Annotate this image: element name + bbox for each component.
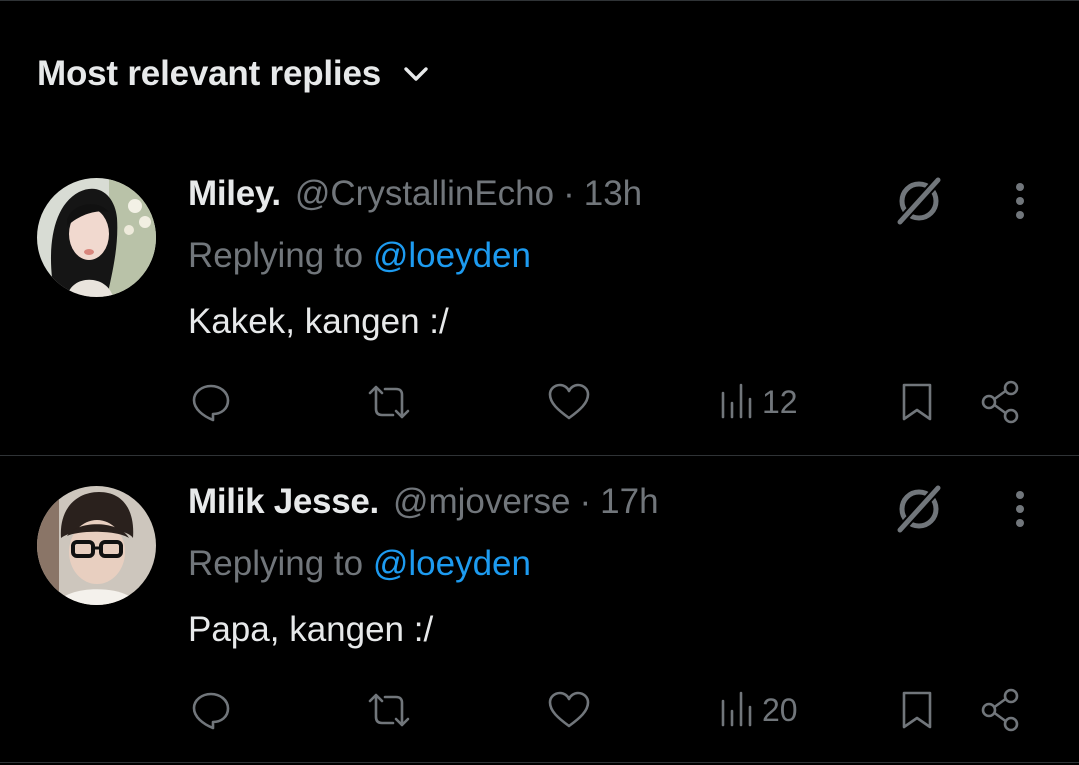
display-name[interactable]: Miley. <box>188 174 281 214</box>
separator-dot: · <box>579 482 592 521</box>
comment-icon <box>192 692 230 730</box>
replying-to-label: Replying to <box>188 236 364 275</box>
repost-icon <box>368 385 410 419</box>
display-name[interactable]: Milik Jesse. <box>188 482 379 522</box>
timestamp[interactable]: 17h <box>600 482 658 522</box>
reply-actions: 20 <box>0 686 1079 734</box>
like-button[interactable] <box>546 378 592 426</box>
username-handle[interactable]: @CrystallinEcho <box>295 174 554 214</box>
bookmark-icon <box>902 383 932 421</box>
timestamp[interactable]: 13h <box>584 174 642 214</box>
reply-sort-label: Most relevant replies <box>37 54 381 93</box>
replying-to-line: Replying to @loeyden <box>188 544 531 584</box>
avatar[interactable] <box>37 486 156 605</box>
share-icon <box>981 688 1019 732</box>
separator-dot: · <box>563 174 575 213</box>
grok-icon[interactable] <box>892 174 946 228</box>
reply-sort-dropdown[interactable]: Most relevant replies <box>37 52 429 96</box>
views-count: 12 <box>762 383 798 420</box>
analytics-icon <box>721 691 752 727</box>
replying-to-line: Replying to @loeyden <box>188 236 531 276</box>
bookmark-icon <box>902 691 932 729</box>
replying-to-label: Replying to <box>188 544 364 583</box>
avatar-photo <box>37 178 156 297</box>
reply-header: Milik Jesse. @mjoverse · 17h <box>188 482 659 528</box>
views-button[interactable]: 20 <box>718 686 798 734</box>
reply-divider <box>0 762 1079 763</box>
reply-header: Miley. @CrystallinEcho · 13h <box>188 174 642 220</box>
top-divider <box>0 0 1079 1</box>
views-button[interactable]: 12 <box>718 378 798 426</box>
repost-button[interactable] <box>364 686 414 734</box>
grok-icon[interactable] <box>892 482 946 536</box>
username-handle[interactable]: @mjoverse <box>393 482 571 522</box>
bookmark-button[interactable] <box>896 686 938 734</box>
repost-button[interactable] <box>364 378 414 426</box>
more-options-icon[interactable] <box>1004 488 1036 530</box>
bookmark-button[interactable] <box>896 378 938 426</box>
repost-icon <box>368 693 410 727</box>
reply-item[interactable]: Milik Jesse. @mjoverse · 17h Replying to… <box>0 458 1079 758</box>
views-count: 20 <box>762 691 798 728</box>
analytics-icon <box>721 383 752 419</box>
reply-text: Kakek, kangen :/ <box>188 302 449 341</box>
heart-icon <box>548 383 590 420</box>
reply-item[interactable]: Miley. @CrystallinEcho · 13h Replying to… <box>0 150 1079 450</box>
avatar-photo <box>37 486 156 605</box>
reply-divider <box>0 455 1079 456</box>
reply-actions: 12 <box>0 378 1079 426</box>
replying-to-mention[interactable]: @loeyden <box>373 544 531 583</box>
avatar[interactable] <box>37 178 156 297</box>
reply-button[interactable] <box>188 378 234 426</box>
share-button[interactable] <box>978 378 1024 426</box>
share-button[interactable] <box>978 686 1024 734</box>
chevron-down-icon <box>404 67 428 81</box>
more-options-icon[interactable] <box>1004 180 1036 222</box>
replying-to-mention[interactable]: @loeyden <box>373 236 531 275</box>
comment-icon <box>192 384 230 422</box>
like-button[interactable] <box>546 686 592 734</box>
heart-icon <box>548 691 590 728</box>
reply-button[interactable] <box>188 686 234 734</box>
reply-text: Papa, kangen :/ <box>188 610 434 649</box>
share-icon <box>981 380 1019 424</box>
